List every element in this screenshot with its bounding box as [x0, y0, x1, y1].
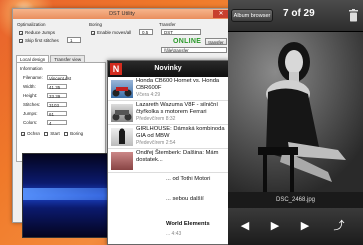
skip-first-stitches-checkbox[interactable]: Skip first stitches: [19, 38, 59, 43]
news-fragment-2: ... sebou dalšíí: [166, 196, 204, 202]
tab-transfer-view[interactable]: Transfer view: [50, 55, 86, 62]
checkbox-box[interactable]: [91, 30, 95, 35]
colors-value: 4: [47, 120, 67, 126]
news-title: Ondřej Štemberk: Dalšina: Mám dostatek..…: [136, 150, 219, 163]
news-title: GIRLHOUSE: Dámská kombinoda GIA od MBW: [136, 126, 225, 139]
news-time: Předevčírem 2:54: [136, 140, 176, 146]
news-title: Honda CB600 Hornet vs. Honda CBR600F: [136, 78, 220, 91]
novinky-news-window: N Novinky Honda CB600 Hornet vs. Honda C…: [107, 60, 230, 245]
next-icon[interactable]: ▶: [298, 219, 312, 233]
colors-row: Colors: 4: [23, 120, 67, 126]
jumps-value: 61: [47, 111, 67, 117]
check-label-boring: Boring: [70, 131, 84, 136]
transfer-button[interactable]: transfer: [205, 38, 227, 45]
photo-image[interactable]: [228, 32, 363, 192]
news-thumbnail: [111, 80, 133, 98]
folder-field[interactable]: \\file\transfer: [161, 47, 227, 53]
previous-icon[interactable]: ◀: [238, 219, 252, 233]
news-thumbnail: [111, 128, 133, 146]
share-icon[interactable]: ⤴: [332, 219, 346, 233]
enable-moves-checkbox[interactable]: Enable moves/all: [91, 30, 131, 35]
information-label: Information: [20, 66, 43, 71]
jumps-label: Jumps:: [23, 111, 38, 116]
enable-moves-label: Enable moves/all: [97, 30, 132, 35]
photo-viewer-phone: Album browser 7 of 29 DSC_2468.jpg ◀ ▶ ▶…: [228, 0, 363, 245]
stitches-row: Stitches: 3103: [23, 102, 67, 108]
photo-viewer-toolbar: Album browser 7 of 29: [228, 0, 363, 32]
transfer-input[interactable]: DST: [161, 29, 201, 35]
filename-value: Vincent.dst: [47, 75, 72, 81]
trash-icon[interactable]: [348, 9, 359, 22]
novinky-logo-icon: N: [110, 63, 122, 75]
width-row: Width: 41.35: [23, 84, 67, 90]
checkbox-box[interactable]: [64, 131, 69, 136]
album-browser-button[interactable]: Album browser: [231, 9, 273, 22]
checkbox-box[interactable]: [19, 38, 23, 43]
news-thumbnail: [111, 152, 133, 170]
colors-label: Colors:: [23, 120, 38, 125]
play-icon[interactable]: ▶: [268, 219, 282, 233]
news-time: Předevčírem 8:32: [136, 116, 176, 122]
novinky-header: N Novinky: [108, 61, 228, 77]
motorcycle-icon: [112, 87, 132, 97]
novinky-title: Novinky: [154, 65, 182, 72]
filename-row: Filename: Vincent.dst: [23, 75, 71, 81]
optimalization-group-label: Optimalization: [17, 22, 46, 27]
height-label: Height:: [23, 93, 38, 98]
checkbox-box[interactable]: [21, 131, 25, 136]
news-time: Včera 4:29: [136, 92, 161, 98]
list-item[interactable]: Lazareth Wazuma V8F - silniční čtyřkolka…: [108, 101, 230, 125]
information-panel: Information Filename: Vincent.dst Width: 4…: [16, 62, 106, 162]
boring-group-label: Boring: [89, 22, 103, 27]
list-item[interactable]: Honda CB600 Hornet vs. Honda CBR600F Vče…: [108, 77, 230, 101]
window-title: DST Utility: [13, 9, 231, 19]
close-button[interactable]: ✕: [213, 10, 229, 18]
transfer-group-label: Transfer: [159, 22, 176, 27]
stitches-label: Stitches:: [23, 102, 41, 107]
rider-suit-icon: [119, 128, 125, 144]
view-checks: Ochsn Start Boring: [21, 131, 83, 136]
skip-first-stitches-label: Skip first stitches: [25, 38, 59, 43]
reduce-jumps-checkbox[interactable]: Reduce Jumps: [19, 30, 55, 35]
online-status: ONLINE: [173, 38, 202, 45]
tab-local-design[interactable]: Local design: [16, 55, 50, 62]
photo-counter: 7 of 29: [283, 8, 315, 19]
height-value: 33.39: [47, 93, 67, 99]
list-item[interactable]: GIRLHOUSE: Dámská kombinoda GIA od MBW P…: [108, 125, 230, 149]
boring-value-input[interactable]: 0.5: [139, 29, 153, 35]
reduce-jumps-label: Reduce Jumps: [25, 30, 56, 35]
width-value: 41.35: [47, 84, 67, 90]
tab-bar: Local design Transfer view: [16, 55, 86, 62]
news-fragment-3: World Elements: [166, 221, 210, 227]
quad-bike-icon: [112, 110, 132, 121]
checkbox-box[interactable]: [44, 131, 49, 136]
news-fragment-1: ... od Tothi Motori: [166, 176, 211, 182]
photo-caption: DSC_2468.jpg: [275, 197, 316, 203]
portrait-photo: [228, 32, 363, 192]
width-label: Width:: [23, 84, 36, 89]
stitches-value: 3103: [47, 102, 67, 108]
filename-label: Filename:: [23, 75, 43, 80]
photo-nav-bar: ◀ ▶ ▶ ⤴: [228, 208, 363, 245]
height-row: Height: 33.39: [23, 93, 67, 99]
news-title: Lazareth Wazuma V8F - silniční čtyřkolka…: [136, 102, 218, 115]
news-thumbnail: [111, 104, 133, 122]
jumps-row: Jumps: 61: [23, 111, 67, 117]
check-label-start: Start: [50, 131, 60, 136]
checkbox-box[interactable]: [19, 30, 23, 35]
skip-stitches-input[interactable]: 1: [67, 37, 81, 43]
news-fragment-3-time: ... 4:43: [166, 231, 182, 237]
check-label-ochsn: Ochsn: [27, 131, 41, 136]
list-item[interactable]: Ondřej Štemberk: Dalšina: Mám dostatek..…: [108, 149, 230, 173]
